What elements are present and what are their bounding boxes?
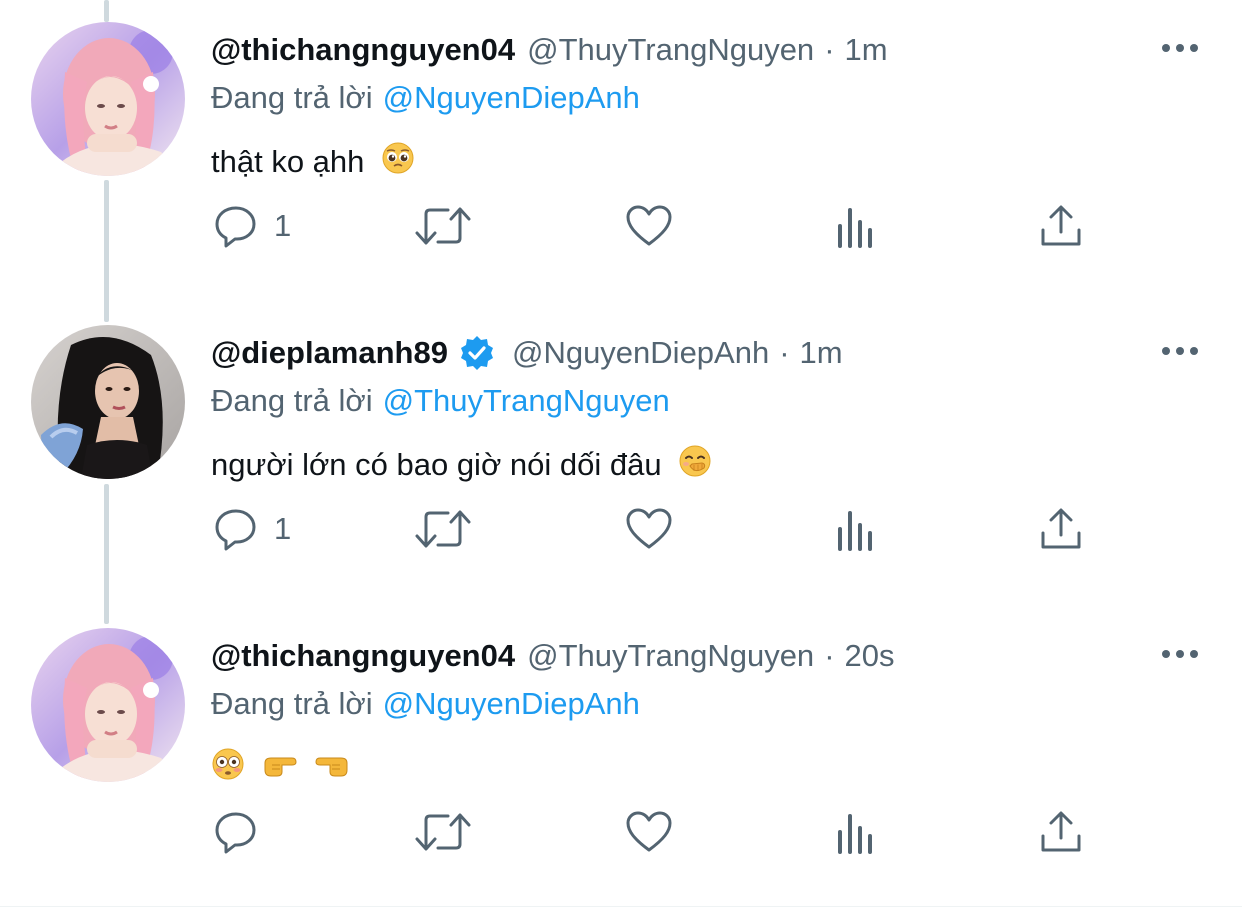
flushed-face-icon: [211, 747, 245, 793]
like-button[interactable]: [624, 200, 674, 252]
pleading-face-icon: [381, 141, 415, 187]
retweet-button[interactable]: [414, 806, 472, 858]
retweet-button[interactable]: [414, 503, 472, 555]
display-name[interactable]: @thichangnguyen04: [211, 28, 515, 72]
reply-button[interactable]: [212, 806, 260, 858]
timestamp[interactable]: 1m: [800, 331, 843, 375]
heart-icon: [624, 505, 674, 553]
share-icon: [1038, 808, 1084, 856]
tweet-header: @dieplamanh89 @NguyenDiepAnh · 1m: [211, 331, 843, 375]
tweet-text: thật ko ạhh: [211, 140, 415, 187]
avatar[interactable]: [31, 628, 185, 782]
reply-count: 1: [274, 208, 292, 243]
bar-chart-icon: [832, 202, 880, 250]
verified-badge-icon: [458, 334, 496, 372]
heart-icon: [624, 808, 674, 856]
replying-to-link[interactable]: @NguyenDiepAnh: [383, 686, 640, 721]
pointing-right-icon: [262, 748, 298, 792]
more-dot-icon: [1190, 44, 1198, 52]
views-button[interactable]: [832, 200, 880, 252]
divider: [0, 906, 1242, 907]
like-button[interactable]: [624, 503, 674, 555]
tweet-header: @thichangnguyen04 @ThuyTrangNguyen · 20s: [211, 634, 895, 678]
views-button[interactable]: [832, 503, 880, 555]
timestamp[interactable]: 20s: [845, 634, 895, 678]
more-options-button[interactable]: [1158, 36, 1202, 60]
more-dot-icon: [1176, 347, 1184, 355]
tweet[interactable]: @dieplamanh89 @NguyenDiepAnh · 1m Đang t…: [0, 303, 1242, 606]
tweet[interactable]: @thichangnguyen04 @ThuyTrangNguyen · 20s…: [0, 606, 1242, 909]
views-button[interactable]: [832, 806, 880, 858]
display-name[interactable]: @thichangnguyen04: [211, 634, 515, 678]
reply-icon: [212, 202, 260, 250]
replying-to-link[interactable]: @ThuyTrangNguyen: [383, 383, 670, 418]
reply-icon: [212, 505, 260, 553]
tweet-text: [211, 746, 350, 793]
display-name[interactable]: @dieplamanh89: [211, 331, 448, 375]
more-dot-icon: [1162, 44, 1170, 52]
avatar[interactable]: [31, 22, 185, 176]
share-button[interactable]: [1038, 200, 1084, 252]
share-button[interactable]: [1038, 806, 1084, 858]
more-dot-icon: [1162, 347, 1170, 355]
more-options-button[interactable]: [1158, 642, 1202, 666]
heart-icon: [624, 202, 674, 250]
replying-to: Đang trả lời @NguyenDiepAnh: [211, 76, 640, 120]
pointing-left-icon: [314, 748, 350, 792]
bar-chart-icon: [832, 808, 880, 856]
more-dot-icon: [1162, 650, 1170, 658]
more-dot-icon: [1176, 650, 1184, 658]
replying-to-label: Đang trả lời: [211, 383, 373, 418]
reply-icon: [212, 808, 260, 856]
user-handle[interactable]: @ThuyTrangNguyen: [527, 28, 814, 72]
avatar[interactable]: [31, 325, 185, 479]
retweet-icon: [414, 202, 472, 250]
separator-dot: ·: [824, 638, 835, 673]
share-icon: [1038, 505, 1084, 553]
more-dot-icon: [1176, 44, 1184, 52]
tweet-text-content: người lớn có bao giờ nói dối đâu: [211, 447, 662, 482]
timestamp[interactable]: 1m: [845, 28, 888, 72]
tweet-text-content: thật ko ạhh: [211, 144, 365, 179]
tweet-text: người lớn có bao giờ nói dối đâu: [211, 443, 712, 490]
replying-to: Đang trả lời @NguyenDiepAnh: [211, 682, 640, 726]
replying-to-label: Đang trả lời: [211, 80, 373, 115]
tweet-header: @thichangnguyen04 @ThuyTrangNguyen · 1m: [211, 28, 888, 72]
share-button[interactable]: [1038, 503, 1084, 555]
retweet-button[interactable]: [414, 200, 472, 252]
reply-button[interactable]: 1: [212, 503, 291, 555]
share-icon: [1038, 202, 1084, 250]
retweet-icon: [414, 505, 472, 553]
retweet-icon: [414, 808, 472, 856]
reply-button[interactable]: 1: [212, 200, 291, 252]
tweet[interactable]: @thichangnguyen04 @ThuyTrangNguyen · 1m …: [0, 0, 1242, 303]
face-with-hand-over-mouth-icon: [678, 444, 712, 490]
user-handle[interactable]: @NguyenDiepAnh: [512, 331, 769, 375]
replying-to-label: Đang trả lời: [211, 686, 373, 721]
more-dot-icon: [1190, 347, 1198, 355]
user-handle[interactable]: @ThuyTrangNguyen: [527, 634, 814, 678]
like-button[interactable]: [624, 806, 674, 858]
more-options-button[interactable]: [1158, 339, 1202, 363]
more-dot-icon: [1190, 650, 1198, 658]
replying-to-link[interactable]: @NguyenDiepAnh: [383, 80, 640, 115]
separator-dot: ·: [824, 32, 835, 67]
bar-chart-icon: [832, 505, 880, 553]
reply-count: 1: [274, 511, 292, 546]
replying-to: Đang trả lời @ThuyTrangNguyen: [211, 379, 670, 423]
separator-dot: ·: [779, 335, 790, 370]
